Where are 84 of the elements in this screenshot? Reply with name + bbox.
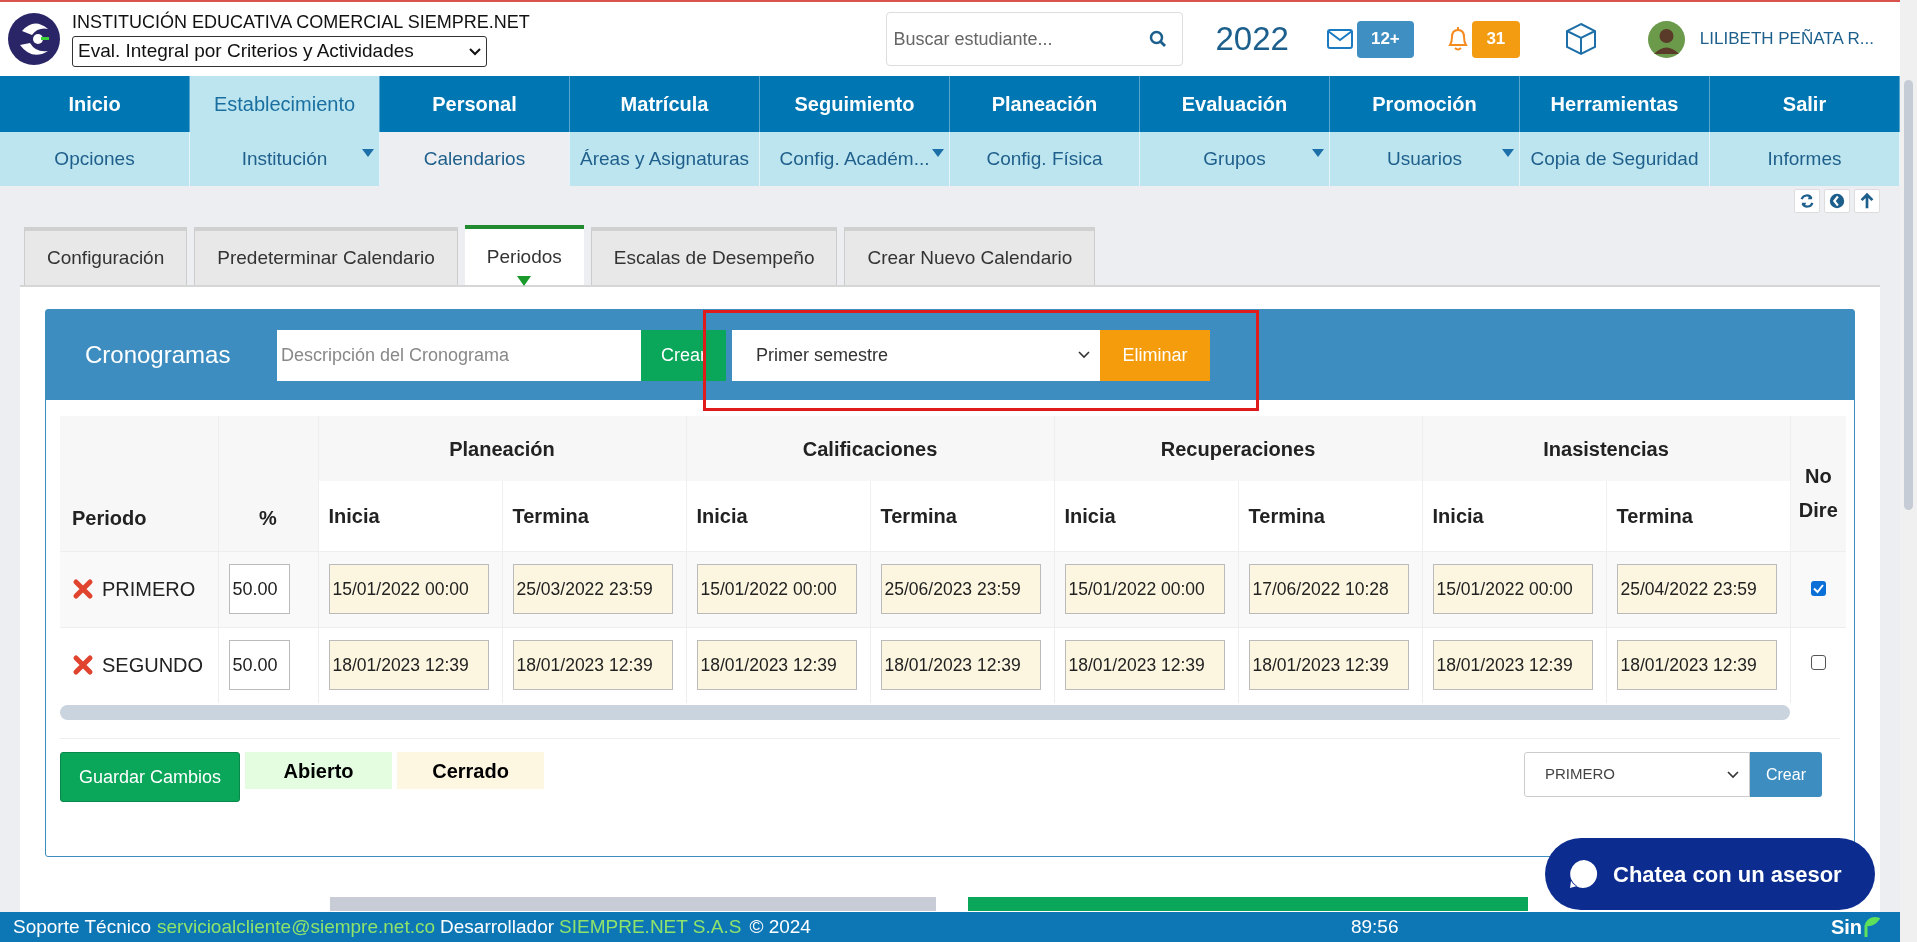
main-menu-item[interactable]: Salir bbox=[1710, 76, 1900, 132]
tab[interactable]: Escalas de Desempeño bbox=[590, 227, 838, 285]
tab[interactable]: Configuración bbox=[24, 227, 188, 285]
period-select[interactable]: PRIMERO bbox=[1524, 752, 1750, 797]
main-menu-item[interactable]: Planeación bbox=[950, 76, 1140, 132]
submenu-item[interactable]: Config. Física bbox=[950, 132, 1140, 186]
program-select[interactable]: Eval. Integral por Criterios y Actividades bbox=[72, 36, 487, 67]
submenu-item[interactable]: Opciones bbox=[0, 132, 190, 186]
delete-icon[interactable] bbox=[72, 654, 94, 677]
main-menu-item[interactable]: Inicio bbox=[0, 76, 190, 132]
date-field[interactable]: 15/01/2022 00:00 bbox=[696, 564, 857, 614]
period-name: PRIMERO bbox=[102, 577, 196, 602]
main-menu-item[interactable]: Herramientas bbox=[1520, 76, 1710, 132]
date-field[interactable]: 25/03/2022 23:59 bbox=[512, 564, 673, 614]
main-menu-item[interactable]: Establecimiento bbox=[190, 76, 380, 132]
submenu-item[interactable]: Informes bbox=[1710, 132, 1900, 186]
leaf-icon bbox=[1862, 915, 1880, 939]
date-field[interactable]: 18/01/2023 12:39 bbox=[512, 640, 673, 691]
legend-item: Cerrado bbox=[397, 752, 545, 789]
toolbar-title: Cronogramas bbox=[85, 340, 232, 370]
date-field[interactable]: 15/01/2022 00:00 bbox=[1432, 564, 1593, 614]
logo-icon bbox=[8, 13, 60, 65]
submenu-item[interactable]: Config. Académ... bbox=[760, 132, 950, 186]
notification-count-badge: 31 bbox=[1471, 20, 1520, 58]
chat-button[interactable]: Chatea con un asesor bbox=[1545, 838, 1875, 910]
submenu-item[interactable]: Institución bbox=[190, 132, 380, 186]
date-field[interactable]: 18/01/2023 12:39 bbox=[328, 640, 489, 691]
main-menu-item[interactable]: Matrícula bbox=[570, 76, 760, 132]
chat-bubble-icon bbox=[1569, 859, 1599, 889]
tab[interactable]: Crear Nuevo Calendario bbox=[844, 227, 1096, 285]
vertical-scrollbar[interactable] bbox=[1900, 0, 1917, 942]
main-menu-item[interactable]: Promoción bbox=[1330, 76, 1520, 132]
support-label: Soporte Técnico bbox=[13, 914, 151, 939]
delete-icon[interactable] bbox=[72, 578, 94, 600]
submenu-item[interactable]: Áreas y Asignaturas bbox=[570, 132, 760, 186]
date-field[interactable]: 18/01/2023 12:39 bbox=[1432, 640, 1593, 691]
date-field[interactable]: 18/01/2023 12:39 bbox=[1248, 640, 1409, 691]
legend-item: Abierto bbox=[245, 752, 393, 789]
avatar-icon[interactable] bbox=[1647, 20, 1685, 58]
date-field[interactable]: 18/01/2023 12:39 bbox=[1064, 640, 1225, 691]
user-name[interactable]: LILIBETH PEÑATA R... bbox=[1699, 26, 1874, 52]
main-menu-item[interactable]: Evaluación bbox=[1140, 76, 1330, 132]
submenu-item[interactable]: Grupos bbox=[1140, 132, 1330, 186]
refresh-icon[interactable] bbox=[1794, 189, 1820, 213]
percent-field[interactable]: 50.00 bbox=[228, 640, 290, 691]
chevron-icon bbox=[1078, 351, 1090, 359]
column-header: No Dire bbox=[1790, 416, 1847, 551]
schedule-select[interactable]: Primer semestre bbox=[732, 329, 1100, 381]
date-field[interactable]: 15/01/2022 00:00 bbox=[328, 564, 489, 614]
chevron-icon bbox=[469, 47, 481, 56]
horizontal-scrollbar[interactable] bbox=[60, 705, 1790, 720]
tab[interactable]: Predeterminar Calendario bbox=[194, 227, 458, 285]
copyright-text: © 2024 bbox=[749, 914, 811, 939]
submenu-item[interactable]: Copia de Seguridad bbox=[1520, 132, 1710, 186]
date-field[interactable]: 18/01/2023 12:39 bbox=[696, 640, 857, 691]
checkbox[interactable] bbox=[1810, 581, 1826, 596]
date-field[interactable]: 17/06/2022 10:28 bbox=[1248, 564, 1409, 614]
date-field[interactable]: 25/06/2023 23:59 bbox=[880, 564, 1041, 614]
session-timer: 89:56 bbox=[1350, 914, 1399, 939]
year-label: 2022 bbox=[1215, 19, 1289, 60]
back-icon[interactable] bbox=[1824, 189, 1850, 213]
message-count-badge: 12+ bbox=[1356, 20, 1414, 58]
caret-icon bbox=[516, 275, 533, 287]
chevron-icon bbox=[1727, 770, 1739, 779]
create-period-button[interactable]: Crear bbox=[1750, 752, 1822, 797]
search-field[interactable]: Buscar estudiante... bbox=[886, 12, 1184, 66]
main-menu-item[interactable]: Seguimiento bbox=[760, 76, 950, 132]
date-field[interactable]: 18/01/2023 12:39 bbox=[1616, 640, 1777, 691]
main-menu-item[interactable]: Personal bbox=[380, 76, 570, 132]
institution-name: INSTITUCIÓN EDUCATIVA COMERCIAL SIEMPRE.NET bbox=[72, 11, 530, 33]
submenu-item[interactable]: Usuarios bbox=[1330, 132, 1520, 186]
mail-icon[interactable] bbox=[1326, 29, 1353, 49]
search-icon[interactable] bbox=[1149, 30, 1168, 48]
cube-icon[interactable] bbox=[1563, 22, 1598, 56]
checkbox[interactable] bbox=[1810, 655, 1826, 671]
date-field[interactable]: 15/01/2022 00:00 bbox=[1064, 564, 1225, 614]
percent-field[interactable]: 50.00 bbox=[228, 564, 290, 614]
date-field[interactable]: 25/04/2022 23:59 bbox=[1616, 564, 1777, 614]
developer-label: Desarrollador bbox=[440, 914, 555, 939]
description-field[interactable]: Descripción del Cronograma bbox=[277, 329, 641, 381]
tab[interactable]: Periodos bbox=[464, 225, 584, 285]
brand-logo-text: Sin bbox=[1830, 915, 1862, 940]
period-name: SEGUNDO bbox=[102, 653, 204, 679]
date-field[interactable]: 18/01/2023 12:39 bbox=[880, 640, 1041, 691]
